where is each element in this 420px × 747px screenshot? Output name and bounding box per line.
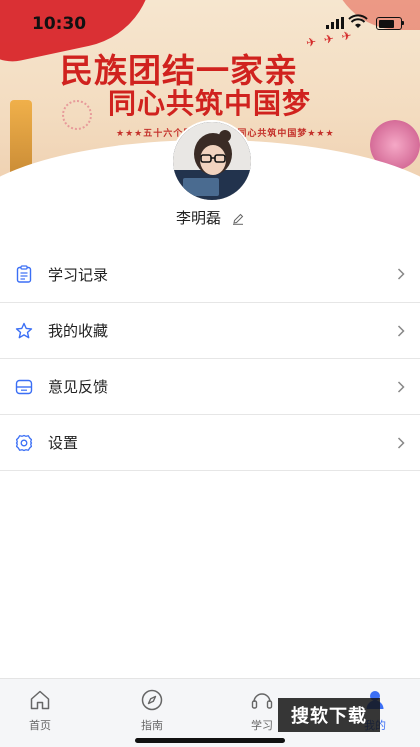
menu-item-settings[interactable]: 设置 bbox=[0, 415, 420, 471]
battery-tip bbox=[402, 21, 404, 25]
signal-icon bbox=[326, 17, 344, 29]
menu-item-feedback[interactable]: 意见反馈 bbox=[0, 359, 420, 415]
menu-item-favorites[interactable]: 我的收藏 bbox=[0, 303, 420, 359]
avatar-image bbox=[173, 122, 251, 200]
feedback-icon bbox=[14, 377, 34, 397]
battery-icon bbox=[376, 17, 402, 30]
menu-item-label: 我的收藏 bbox=[48, 322, 109, 340]
tab-guide[interactable]: 指南 bbox=[122, 689, 182, 733]
username: 李明磊 bbox=[175, 209, 221, 227]
status-bar: 10:30 bbox=[0, 0, 420, 44]
chevron-right-icon bbox=[394, 268, 408, 280]
tab-label: 首页 bbox=[29, 719, 51, 732]
menu-item-study-record[interactable]: 学习记录 bbox=[0, 246, 420, 303]
chevron-right-icon bbox=[394, 436, 408, 449]
status-time: 10:30 bbox=[32, 14, 87, 34]
home-indicator[interactable] bbox=[135, 738, 285, 743]
banner-title-line2: 同心共筑中国梦 bbox=[108, 87, 312, 120]
chevron-right-icon bbox=[394, 324, 408, 337]
menu-item-label: 学习记录 bbox=[48, 265, 109, 284]
clipboard-icon bbox=[14, 264, 34, 284]
menu-item-label: 意见反馈 bbox=[48, 378, 109, 396]
chevron-right-icon bbox=[394, 380, 408, 393]
firework-decoration bbox=[62, 100, 92, 130]
star-icon bbox=[14, 321, 34, 341]
edit-pencil-icon[interactable] bbox=[232, 213, 244, 225]
home-icon bbox=[30, 690, 50, 710]
avatar[interactable] bbox=[171, 120, 253, 202]
wifi-icon bbox=[348, 14, 368, 28]
menu-item-label: 设置 bbox=[48, 434, 79, 452]
username-row[interactable]: 李明磊 bbox=[0, 207, 420, 228]
menu-list: 学习记录 我的收藏 意见反馈 设置 bbox=[0, 246, 420, 471]
tab-home[interactable]: 首页 bbox=[10, 689, 70, 733]
watermark-badge: 搜软下载 bbox=[278, 698, 380, 732]
compass-icon bbox=[141, 689, 163, 711]
tab-label: 指南 bbox=[141, 719, 163, 732]
headset-icon bbox=[251, 693, 273, 709]
gear-icon bbox=[14, 433, 34, 453]
